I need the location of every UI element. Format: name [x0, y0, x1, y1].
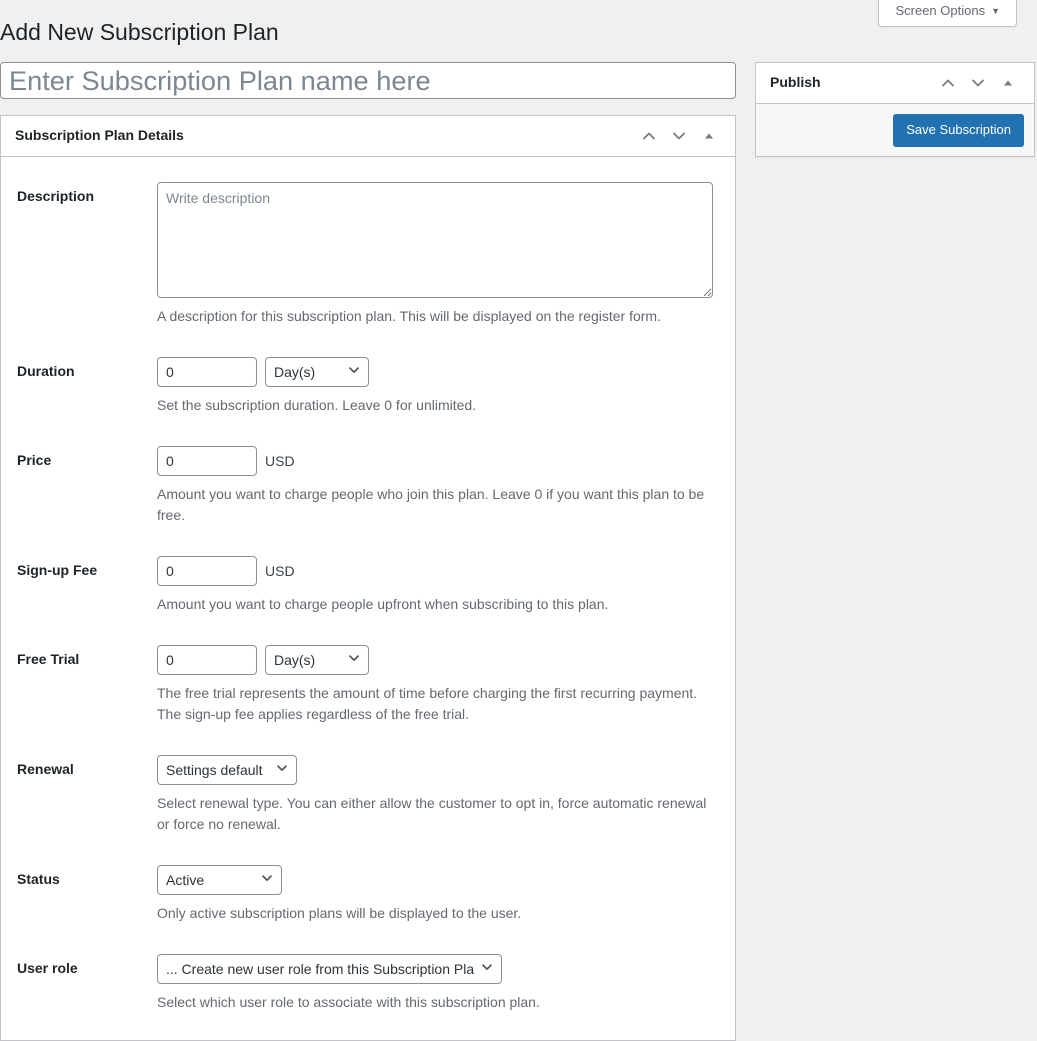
label-user-role: User role: [17, 960, 78, 976]
label-signup-fee: Sign-up Fee: [17, 562, 98, 578]
signup-fee-currency-label: USD: [265, 562, 295, 579]
field-row-duration: Duration Day(s): [13, 342, 723, 431]
field-row-user-role: User role ... Create new user role from …: [13, 939, 723, 1028]
price-controls: USD: [157, 446, 713, 476]
price-currency-label: USD: [265, 452, 295, 469]
renewal-help: Select renewal type. You can either allo…: [157, 795, 707, 832]
publish-panel: Publish Save Subscription: [755, 62, 1035, 157]
publish-panel-actions: [934, 65, 1022, 101]
publish-panel-heading: Publish: [770, 74, 821, 91]
label-status: Status: [17, 871, 60, 887]
status-help: Only active subscription plans will be d…: [157, 905, 522, 921]
field-row-renewal: Renewal Settings default Select renewal …: [13, 740, 723, 850]
move-down-icon[interactable]: [665, 118, 693, 154]
renewal-select[interactable]: Settings default: [157, 755, 297, 785]
duration-unit-select-wrap: Day(s): [265, 357, 369, 387]
move-up-icon[interactable]: [635, 118, 663, 154]
save-subscription-button[interactable]: Save Subscription: [893, 114, 1024, 146]
details-panel-heading: Subscription Plan Details: [15, 127, 184, 144]
free-trial-controls: Day(s): [157, 645, 713, 675]
side-column: Publish Save Subscription: [755, 62, 1035, 157]
screen-options-button[interactable]: Screen Options ▼: [878, 0, 1017, 28]
label-description: Description: [17, 188, 95, 204]
subscription-fields-table: Description A description for this subsc…: [13, 167, 723, 1028]
screen-options-label: Screen Options: [895, 3, 986, 18]
move-up-icon[interactable]: [934, 65, 962, 101]
price-help: Amount you want to charge people who joi…: [157, 486, 705, 523]
label-duration: Duration: [17, 363, 75, 379]
description-textarea[interactable]: [157, 182, 713, 298]
field-row-signup-fee: Sign-up Fee USD Amount you want to charg…: [13, 541, 723, 630]
label-price: Price: [17, 452, 52, 468]
details-panel-body: Description A description for this subsc…: [1, 167, 735, 1040]
title-field-wrap: [0, 62, 736, 99]
publish-panel-body: Save Subscription: [756, 104, 1034, 156]
free-trial-input[interactable]: [157, 645, 257, 675]
status-select[interactable]: Active: [157, 865, 282, 895]
caret-down-icon: ▼: [991, 6, 1000, 16]
move-down-icon[interactable]: [964, 65, 992, 101]
field-row-status: Status Active Only active subscription p…: [13, 850, 723, 939]
status-select-wrap: Active: [157, 865, 282, 895]
duration-controls: Day(s): [157, 357, 713, 387]
price-input[interactable]: [157, 446, 257, 476]
free-trial-unit-select-wrap: Day(s): [265, 645, 369, 675]
signup-fee-help: Amount you want to charge people upfront…: [157, 596, 609, 612]
renewal-select-wrap: Settings default: [157, 755, 297, 785]
label-free-trial: Free Trial: [17, 651, 80, 667]
duration-help: Set the subscription duration. Leave 0 f…: [157, 397, 477, 413]
label-renewal: Renewal: [17, 761, 74, 777]
details-panel-actions: [635, 118, 723, 154]
description-help: A description for this subscription plan…: [157, 308, 661, 324]
signup-fee-controls: USD: [157, 556, 713, 586]
user-role-select-wrap: ... Create new user role from this Subsc…: [157, 954, 502, 984]
toggle-panel-icon[interactable]: [695, 118, 723, 154]
signup-fee-input[interactable]: [157, 556, 257, 586]
subscription-plan-details-panel: Subscription Plan Details Description Wr…: [0, 115, 736, 1041]
duration-unit-select[interactable]: Day(s): [265, 357, 369, 387]
details-panel-header: Subscription Plan Details: [1, 116, 735, 157]
duration-input[interactable]: [157, 357, 257, 387]
free-trial-help: The free trial represents the amount of …: [157, 685, 698, 722]
toggle-panel-icon[interactable]: [994, 65, 1022, 101]
field-row-description: Description A description for this subsc…: [13, 167, 723, 342]
free-trial-unit-select[interactable]: Day(s): [265, 645, 369, 675]
main-column: Subscription Plan Details: [0, 62, 736, 1041]
publish-panel-header: Publish: [756, 63, 1034, 104]
field-row-free-trial: Free Trial Day(s): [13, 630, 723, 740]
page-title: Add New Subscription Plan: [0, 19, 279, 45]
user-role-help: Select which user role to associate with…: [157, 994, 540, 1010]
subscription-plan-name-input[interactable]: [0, 62, 736, 99]
screen-meta-links: Screen Options ▼: [878, 0, 1017, 28]
user-role-select[interactable]: ... Create new user role from this Subsc…: [157, 954, 502, 984]
field-row-price: Price USD Amount you want to charge peop…: [13, 431, 723, 541]
